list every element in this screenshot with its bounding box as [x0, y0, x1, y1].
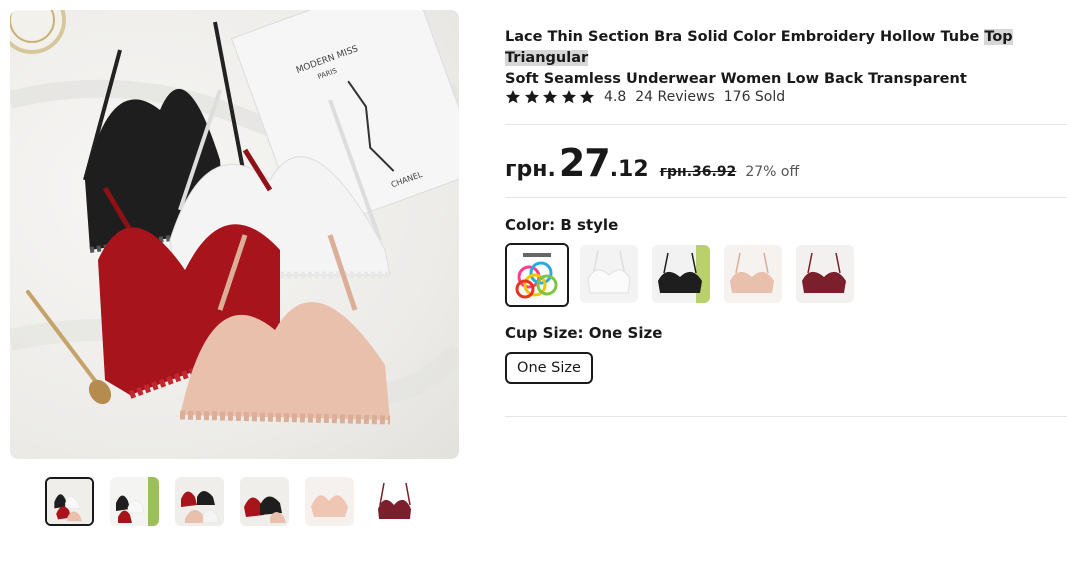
price-decimal: .12	[609, 157, 649, 182]
discount-badge: 27% off	[745, 164, 800, 180]
price-currency: грн.	[505, 157, 556, 182]
divider	[505, 416, 1067, 417]
thumbnail-5[interactable]	[305, 477, 354, 526]
rating-value: 4.8	[603, 89, 627, 105]
original-price: грн.36.92	[659, 164, 737, 180]
color-label-text: Color:	[505, 216, 561, 234]
price-integer: 27	[558, 141, 611, 185]
thumbnail-1[interactable]	[45, 477, 94, 526]
divider	[505, 124, 1067, 125]
color-label: Color: B style	[505, 216, 618, 234]
star-icon	[543, 90, 558, 104]
cup-size-label: Cup Size: One Size	[505, 324, 662, 342]
color-option-b-style[interactable]	[505, 243, 569, 307]
color-option-nude[interactable]	[724, 245, 782, 303]
divider	[505, 197, 1067, 198]
color-option-wine-red[interactable]	[796, 245, 854, 303]
thumbnail-3[interactable]	[175, 477, 224, 526]
star-icon	[580, 90, 595, 104]
sold-count: 176 Sold	[723, 89, 786, 105]
product-title-part1: Lace Thin Section Bra Solid Color Embroi…	[505, 29, 985, 45]
thumbnail-6[interactable]	[370, 477, 419, 526]
thumbnail-4[interactable]	[240, 477, 289, 526]
rating-row: 4.8 24 Reviews 176 Sold	[505, 87, 785, 107]
product-photo: MODERN MISS PARIS CHANEL	[10, 10, 459, 425]
price-row: грн. 27 .12 грн.36.92 27% off	[505, 141, 800, 185]
color-option-black[interactable]	[652, 245, 710, 303]
color-selected-value: B style	[560, 216, 619, 234]
star-icon	[524, 90, 539, 104]
star-icon	[506, 90, 520, 104]
product-title-part2: Soft Seamless Underwear Women Low Back T…	[505, 71, 967, 87]
reviews-link[interactable]: 24 Reviews	[635, 89, 715, 105]
main-product-image[interactable]: MODERN MISS PARIS CHANEL	[10, 10, 459, 459]
color-option-white[interactable]	[580, 245, 638, 303]
thumbnail-2[interactable]	[110, 477, 159, 526]
size-option-one-size[interactable]: One Size	[505, 352, 593, 384]
star-icon	[561, 90, 576, 104]
cup-size-label-text: Cup Size:	[505, 324, 589, 342]
cup-size-selected-value: One Size	[588, 324, 663, 342]
product-title: Lace Thin Section Bra Solid Color Embroi…	[505, 27, 1053, 90]
